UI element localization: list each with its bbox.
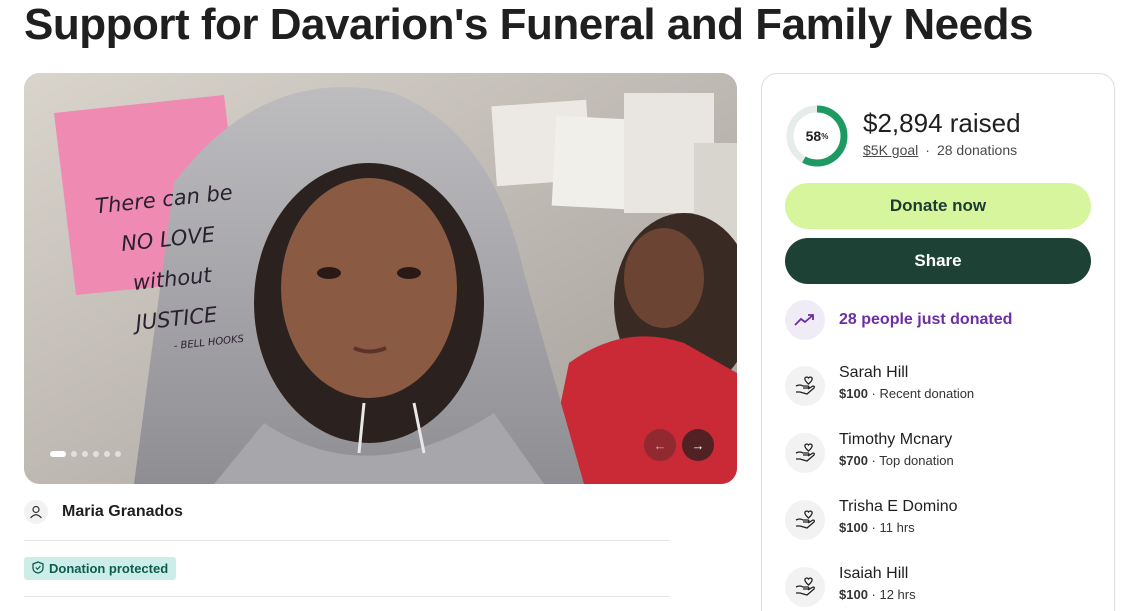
donate-now-button[interactable]: Donate now <box>785 183 1091 229</box>
carousel-dot[interactable] <box>115 451 121 457</box>
donations-count: 28 donations <box>936 142 1018 158</box>
donation-card: 58% $2,894 raised $5K goal · 28 donations … <box>761 73 1115 611</box>
divider <box>24 596 670 597</box>
carousel-prev-button[interactable]: ← <box>644 429 676 461</box>
organizer-name[interactable]: Maria Granados <box>62 503 183 521</box>
carousel-dot[interactable] <box>50 451 66 457</box>
organizer-row[interactable]: Maria Granados <box>24 500 183 524</box>
donor-name: Isaiah Hill <box>839 565 909 582</box>
progress-percent: 58% <box>805 128 829 144</box>
arrow-right-icon: → <box>691 437 705 453</box>
campaign-photo[interactable]: There can be NO LOVE without JUSTICE - B… <box>24 73 737 484</box>
page-title: Support for Davarion's Funeral and Famil… <box>24 0 1033 49</box>
donor-name: Timothy Mcnary <box>839 431 953 448</box>
goal-summary: $5K goal · 28 donations <box>863 142 1018 158</box>
sticky-note-text: There can be NO LOVE without JUSTICE - B… <box>94 180 245 353</box>
donor-meta: $700 · Top donation <box>839 453 954 468</box>
donor-meta: $100 · 11 hrs <box>839 520 915 535</box>
carousel-dot[interactable] <box>104 451 110 457</box>
donor-item: Trisha E Domino $100 · 11 hrs <box>785 496 958 540</box>
carousel-dots <box>50 451 121 457</box>
shield-icon <box>32 560 44 577</box>
donor-name: Trisha E Domino <box>839 498 958 515</box>
donation-hand-icon <box>785 366 825 406</box>
recent-donations-label: 28 people just donated <box>839 311 1013 328</box>
person-icon <box>24 500 48 524</box>
carousel-dot[interactable] <box>71 451 77 457</box>
carousel-dot[interactable] <box>82 451 88 457</box>
carousel-dot[interactable] <box>93 451 99 457</box>
donation-hand-icon <box>785 500 825 540</box>
trending-up-icon <box>785 300 825 340</box>
amount-raised: $2,894 raised <box>863 108 1021 138</box>
donation-hand-icon <box>785 433 825 473</box>
donor-name: Sarah Hill <box>839 364 909 381</box>
divider <box>24 540 670 541</box>
goal-link[interactable]: $5K goal <box>863 142 918 158</box>
donor-item: Isaiah Hill $100 · 12 hrs <box>785 563 916 607</box>
donation-protected-badge[interactable]: Donation protected <box>24 557 177 580</box>
carousel-next-button[interactable]: → <box>682 429 714 461</box>
badge-label: Donation protected <box>49 561 169 576</box>
donor-meta: $100 · Recent donation <box>839 386 975 401</box>
donor-item: Timothy Mcnary $700 · Top donation <box>785 429 954 473</box>
donor-item: Sarah Hill $100 · Recent donation <box>785 362 974 406</box>
donor-meta: $100 · 12 hrs <box>839 587 916 602</box>
donation-hand-icon <box>785 567 825 607</box>
share-button[interactable]: Share <box>785 238 1091 284</box>
recent-donations-summary[interactable]: 28 people just donated <box>785 300 1012 340</box>
arrow-left-icon: ← <box>653 437 667 453</box>
